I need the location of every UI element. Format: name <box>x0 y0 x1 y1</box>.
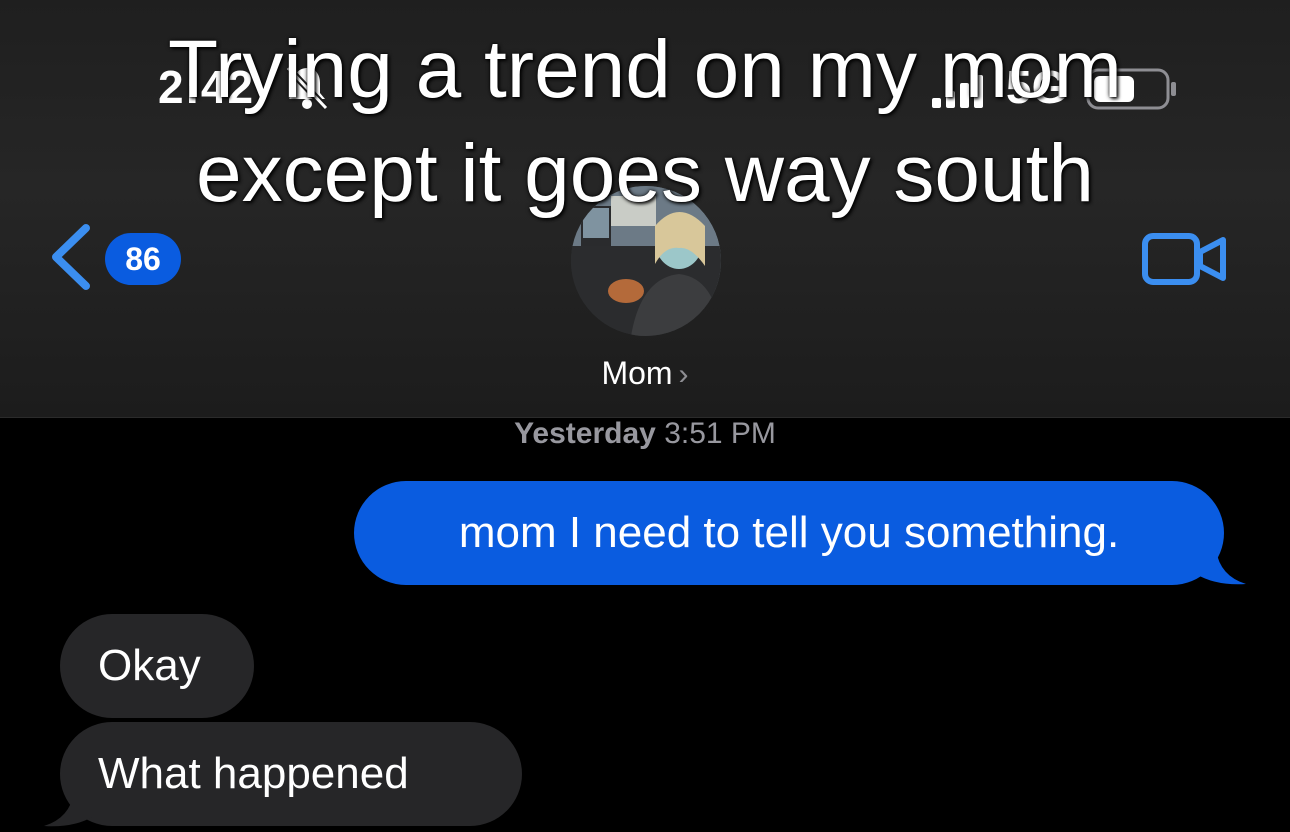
video-call-icon[interactable] <box>1140 230 1230 290</box>
unread-count-badge: 86 <box>105 233 181 285</box>
contact-avatar[interactable] <box>571 186 721 336</box>
status-time: 2:42 <box>158 61 255 113</box>
contact-name: Mom <box>601 355 673 391</box>
battery-icon <box>1086 68 1176 110</box>
contact-name-button[interactable]: Mom › <box>0 352 1290 396</box>
network-type: 5G <box>1006 61 1068 113</box>
contact-photo <box>571 186 721 336</box>
bell-slash-icon <box>285 65 329 111</box>
conversation-header: 2:42 5G 86 Mom › <box>0 0 1290 418</box>
incoming-message-bubble[interactable]: What happened <box>60 722 522 826</box>
signal-bars-icon <box>932 75 983 108</box>
message-text: Okay <box>98 641 201 690</box>
chevron-right-icon: › <box>678 358 689 391</box>
outgoing-message-bubble[interactable]: mom I need to tell you something. <box>354 481 1224 585</box>
status-bar: 2:42 5G <box>0 60 1290 120</box>
incoming-bubble-tail <box>44 792 94 827</box>
message-text: What happened <box>98 749 409 798</box>
outgoing-bubble-tail <box>1196 550 1246 585</box>
back-button[interactable]: 86 <box>48 222 188 292</box>
timestamp-day: Yesterday <box>514 417 656 450</box>
incoming-message-bubble[interactable]: Okay <box>60 614 254 718</box>
back-chevron-icon <box>52 224 90 290</box>
message-timestamp: Yesterday 3:51 PM <box>0 416 1290 452</box>
message-text: mom I need to tell you something. <box>458 508 1120 557</box>
timestamp-time: 3:51 PM <box>664 417 776 450</box>
